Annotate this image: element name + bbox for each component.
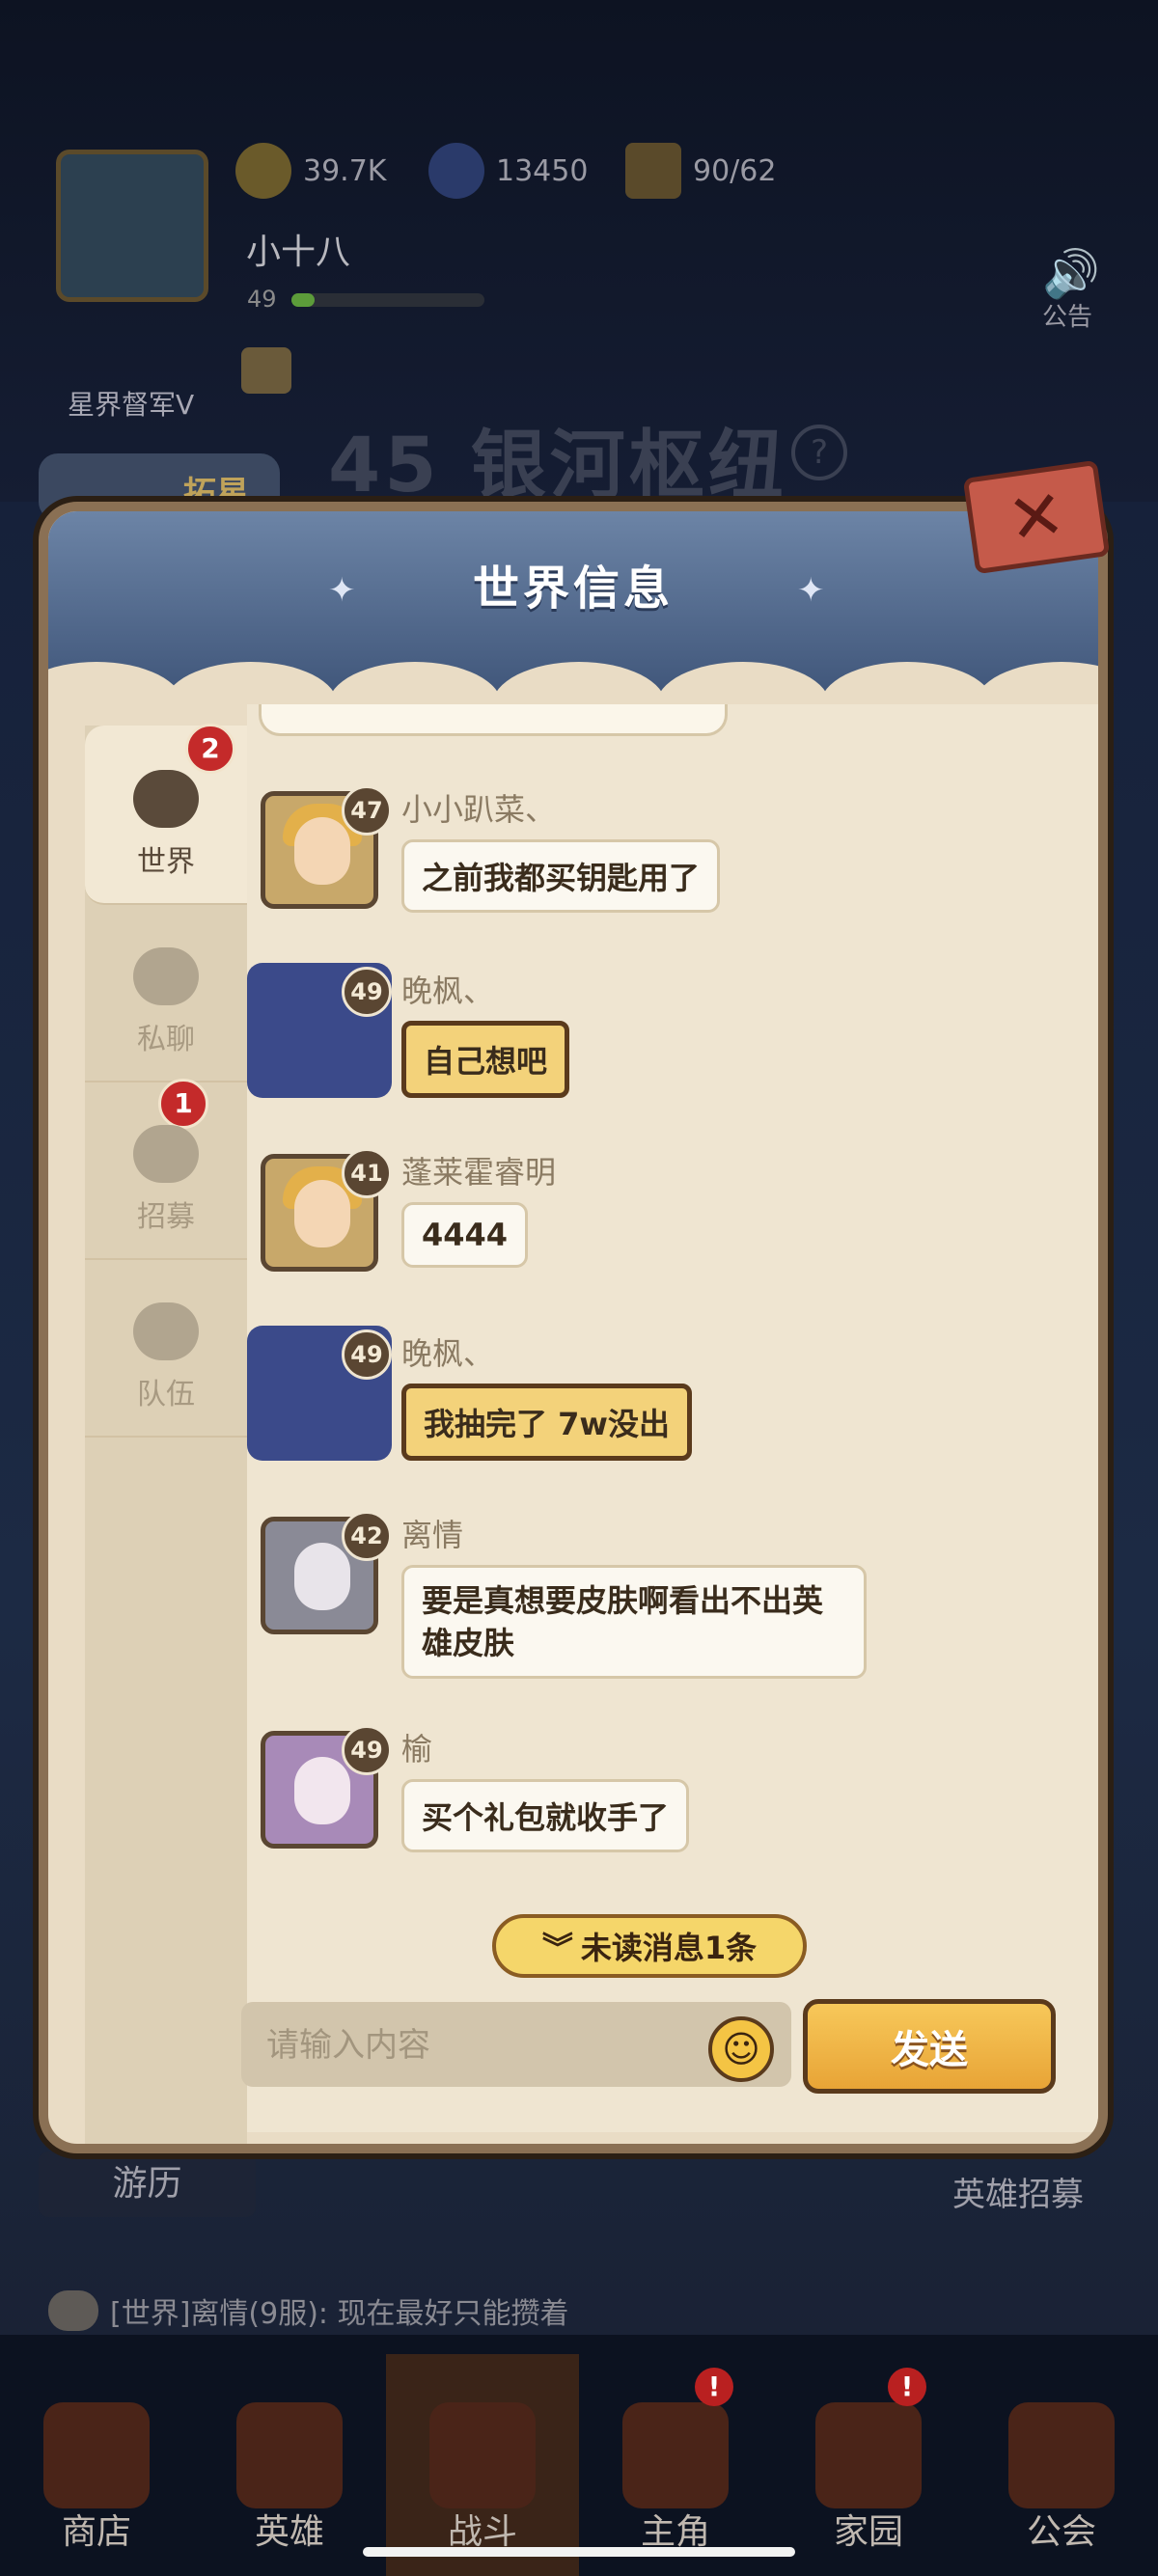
send-button[interactable]: 发送 (803, 1999, 1056, 2094)
unread-messages-button[interactable]: ︾ 未读消息1条 (492, 1914, 807, 1978)
nav-heroes[interactable]: 英雄 (193, 2354, 386, 2576)
chat-channel-tabs: 2 世界 私聊 1 招募 队伍 (85, 724, 247, 2144)
message-bubble[interactable]: 4444 (401, 1202, 529, 1268)
protagonist-icon (622, 2402, 729, 2508)
nav-label: 家园 (833, 2512, 903, 2552)
chat-input[interactable] (264, 2002, 674, 2089)
speech-bubble-icon (133, 947, 199, 1005)
sender-name[interactable]: 离情 (401, 1511, 463, 1555)
sender-name[interactable]: 榆 (401, 1725, 432, 1769)
speaker-icon[interactable]: 🔊 (1042, 246, 1100, 301)
star-gem-icon (428, 143, 484, 199)
world-chat-dialog: ✦ ✦ 世界信息 2 世界 私聊 1 招募 队伍 47 小小趴菜、 之前我都买钥… (39, 502, 1108, 2153)
planet-icon (133, 770, 199, 828)
tab-team[interactable]: 队伍 (85, 1258, 247, 1438)
bottom-nav: 商店 英雄 战斗 ! 主角 ! 家园 公会 (0, 2354, 1158, 2576)
vip-label[interactable]: 星界督军V (68, 384, 194, 423)
ticker-text: [世界]离情(9服): 现在最好只能攒着 (110, 2297, 569, 2331)
sender-level-badge: 49 (342, 1725, 392, 1775)
player-name: 小十八 (246, 233, 351, 272)
tab-label: 队伍 (137, 1378, 195, 1411)
gold-coin-icon (235, 143, 291, 199)
notice-label[interactable]: 公告 (1042, 297, 1092, 333)
previous-message-bubble (259, 704, 728, 736)
message-bubble[interactable]: 自己想吧 (401, 1021, 570, 1098)
sender-level-badge: 42 (342, 1511, 392, 1561)
dialog-title: 世界信息 (472, 562, 674, 616)
energy-cracker-icon (625, 143, 681, 199)
sender-level-badge: 47 (342, 785, 392, 836)
tab-private[interactable]: 私聊 (85, 903, 247, 1082)
sender-name[interactable]: 晚枫、 (401, 1329, 494, 1374)
message-bubble[interactable]: 我抽完了 7w没出 (401, 1384, 692, 1461)
tab-label: 私聊 (137, 1023, 195, 1056)
double-chevron-down-icon: ︾ (541, 1930, 573, 1966)
hero-cards-icon (236, 2402, 343, 2508)
emoji-button[interactable]: ☺ (708, 2016, 774, 2082)
flag-icon (133, 1125, 199, 1183)
exp-bar (291, 293, 484, 307)
gold-resource[interactable]: 39.7K (235, 143, 387, 199)
guild-icon (1008, 2402, 1115, 2508)
shop-icon (43, 2402, 150, 2508)
world-chat-ticker[interactable]: [世界]离情(9服): 现在最好只能攒着 (48, 2287, 1110, 2335)
smiley-icon: ☺ (722, 2028, 760, 2070)
battle-sword-icon (429, 2402, 536, 2508)
nav-shop[interactable]: 商店 (0, 2354, 193, 2576)
message-bubble[interactable]: 之前我都买钥匙用了 (401, 839, 721, 913)
message-bubble[interactable]: 买个礼包就收手了 (401, 1779, 690, 1852)
gold-value: 39.7K (303, 153, 387, 188)
team-icon (133, 1302, 199, 1360)
stage-title: 45 银河枢纽 (328, 423, 787, 509)
nav-label: 公会 (1026, 2512, 1096, 2552)
nav-alert-badge: ! (888, 2368, 926, 2406)
home-indicator[interactable] (363, 2547, 795, 2557)
sender-level-badge: 49 (342, 1329, 392, 1380)
unread-badge: 2 (185, 724, 235, 774)
dialog-header: ✦ ✦ 世界信息 (48, 511, 1098, 749)
nav-label: 商店 (61, 2512, 131, 2552)
tv-ad-icon[interactable] (241, 347, 291, 394)
unread-label: 未读消息1条 (580, 1930, 758, 1966)
player-level: 49 (247, 286, 277, 313)
unread-badge: 1 (158, 1079, 208, 1129)
sender-name[interactable]: 晚枫、 (401, 967, 494, 1011)
nav-alert-badge: ! (695, 2368, 733, 2406)
tab-world[interactable]: 2 世界 (85, 724, 247, 905)
close-icon: ✕ (1003, 474, 1070, 561)
tab-recruit[interactable]: 1 招募 (85, 1079, 247, 1260)
chat-bubble-icon (48, 2290, 98, 2331)
travel-button[interactable]: 游历 (39, 2151, 256, 2217)
message-bubble[interactable]: 要是真想要皮肤啊看出不出英雄皮肤 (401, 1565, 867, 1679)
nav-guild[interactable]: 公会 (965, 2354, 1158, 2576)
tab-label: 招募 (137, 1200, 195, 1234)
sender-name[interactable]: 小小趴菜、 (401, 785, 556, 830)
sender-level-badge: 41 (342, 1148, 392, 1198)
tab-label: 世界 (137, 845, 195, 879)
player-avatar[interactable] (56, 150, 208, 302)
nav-label: 英雄 (254, 2512, 324, 2552)
hero-recruit-button[interactable]: 英雄招募 (897, 2166, 1139, 2224)
sender-level-badge: 49 (342, 967, 392, 1017)
nav-protagonist[interactable]: ! 主角 (579, 2354, 772, 2576)
gem-value: 13450 (496, 153, 589, 188)
energy-value: 90/62 (693, 153, 777, 188)
energy-resource[interactable]: 90/62 (625, 143, 777, 199)
close-button[interactable]: ✕ (962, 459, 1111, 575)
castle-icon (815, 2402, 922, 2508)
nav-battle[interactable]: 战斗 (386, 2354, 579, 2576)
nav-home[interactable]: ! 家园 (772, 2354, 965, 2576)
sender-name[interactable]: 蓬莱霍睿明 (401, 1148, 556, 1192)
gem-resource[interactable]: 13450 (428, 143, 589, 199)
stage-help-icon[interactable]: ? (791, 425, 847, 480)
